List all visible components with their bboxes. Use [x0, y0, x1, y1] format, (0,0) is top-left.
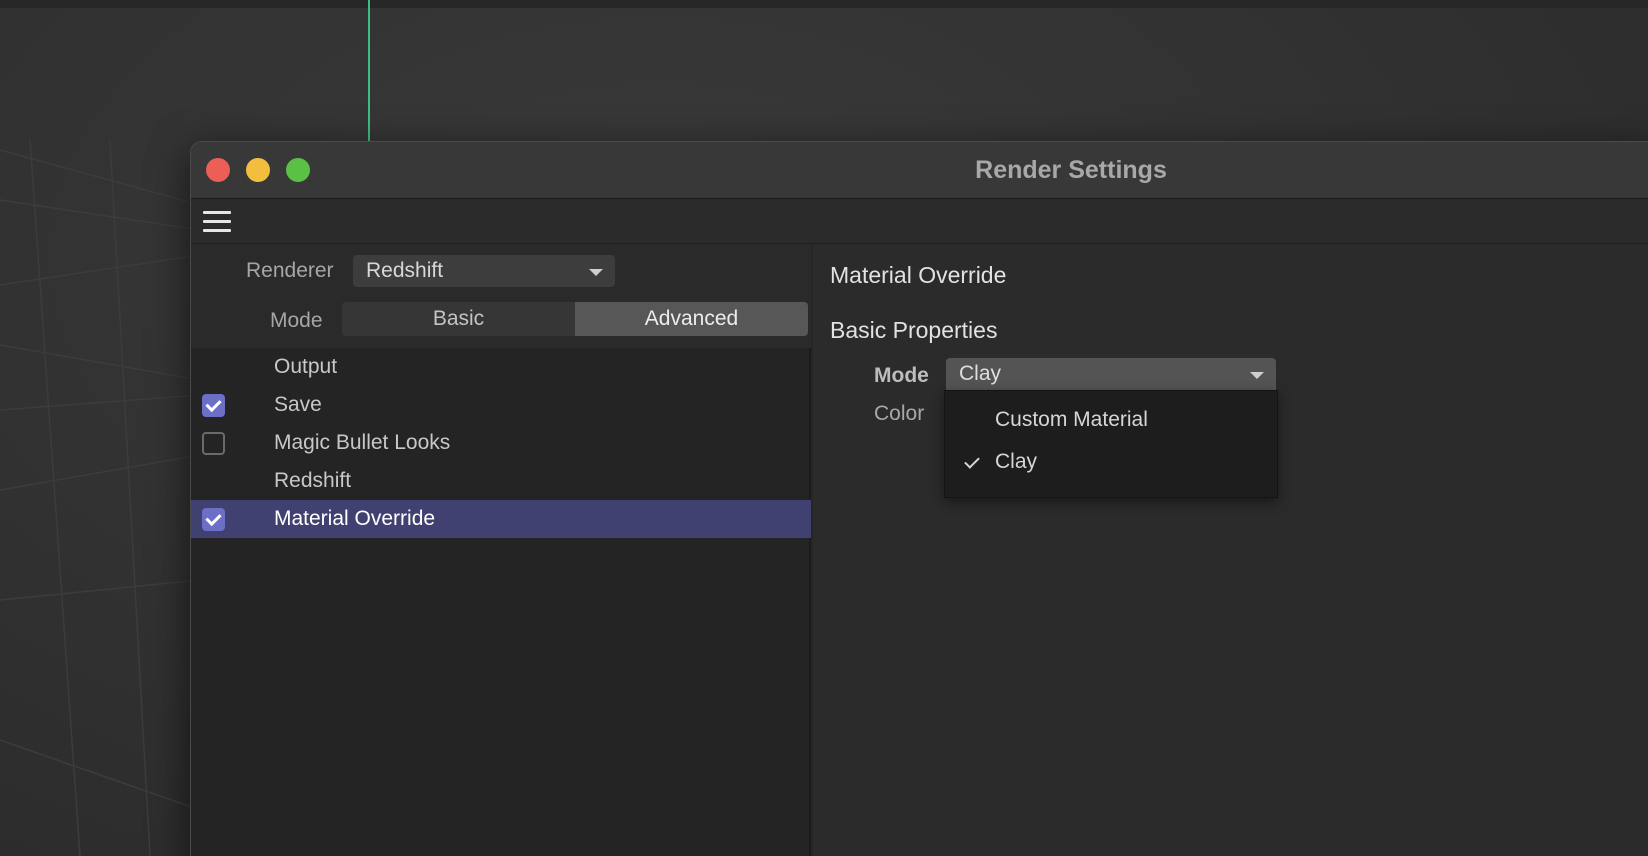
settings-tree: Output Save Magic Bullet Looks Redshift … — [191, 348, 811, 538]
hamburger-menu-icon[interactable] — [203, 211, 231, 233]
material-mode-value: Clay — [959, 362, 1002, 385]
tree-item-label: Magic Bullet Looks — [274, 431, 451, 454]
grid-line — [0, 199, 201, 231]
panel-title: Material Override — [830, 262, 1007, 288]
dropdown-option-clay[interactable]: Clay — [945, 441, 1277, 483]
grid-line — [0, 454, 201, 491]
section-heading: Basic Properties — [830, 317, 998, 343]
mode-segmented-control: Basic Advanced — [342, 302, 808, 336]
material-mode-select[interactable]: Clay — [946, 358, 1276, 390]
tree-item-label: Save — [274, 393, 322, 416]
close-window-button[interactable] — [206, 158, 230, 182]
sidebar-header: Renderer Redshift Mode Basic Advanced — [191, 244, 811, 348]
mode-basic-button[interactable]: Basic — [342, 302, 575, 336]
grid-line — [0, 344, 201, 381]
checkmark-icon — [964, 453, 980, 469]
grid-line — [29, 139, 81, 856]
mode-label: Mode — [270, 309, 323, 332]
renderer-label: Renderer — [246, 259, 334, 282]
tree-item-label: Output — [274, 355, 338, 378]
chevron-down-icon — [1250, 372, 1264, 379]
material-mode-dropdown: Custom Material Clay — [944, 390, 1278, 498]
tree-item-magic-bullet-looks[interactable]: Magic Bullet Looks — [191, 424, 811, 462]
magic-bullet-looks-checkbox[interactable] — [202, 432, 225, 455]
title-bar[interactable]: Render Settings — [191, 142, 1648, 199]
material-mode-label: Mode — [874, 364, 929, 387]
renderer-select[interactable]: Redshift — [353, 255, 615, 287]
tree-item-redshift[interactable]: Redshift — [191, 462, 811, 500]
tree-item-label: Material Override — [274, 507, 436, 530]
tree-item-material-override[interactable]: Material Override — [191, 500, 811, 538]
grid-line — [0, 579, 201, 601]
material-color-label: Color — [874, 402, 925, 425]
maximize-window-button[interactable] — [286, 158, 310, 182]
mode-advanced-button[interactable]: Advanced — [575, 302, 808, 336]
tree-item-label: Redshift — [274, 469, 352, 492]
grid-line — [0, 149, 201, 206]
grid-line — [0, 739, 201, 811]
tree-item-output[interactable]: Output — [191, 348, 811, 386]
renderer-select-value: Redshift — [366, 259, 444, 282]
dropdown-option-custom-material[interactable]: Custom Material — [945, 399, 1277, 441]
settings-sidebar: Renderer Redshift Mode Basic Advanced Ou… — [191, 244, 811, 856]
minimize-window-button[interactable] — [246, 158, 270, 182]
window-title: Render Settings — [975, 156, 1167, 184]
save-checkbox[interactable] — [202, 394, 225, 417]
grid-line — [0, 394, 201, 411]
properties-panel: Material Override Basic Properties Mode … — [813, 244, 1648, 856]
grid-line — [0, 254, 201, 286]
grid-line — [109, 139, 151, 856]
tree-item-save[interactable]: Save — [191, 386, 811, 424]
dropdown-option-label: Custom Material — [995, 408, 1148, 431]
dropdown-option-label: Clay — [995, 450, 1038, 473]
toolbar — [191, 199, 1648, 244]
render-settings-window: Render Settings Renderer Redshift Mode B… — [190, 141, 1648, 856]
chevron-down-icon — [589, 269, 603, 276]
material-override-checkbox[interactable] — [202, 508, 225, 531]
